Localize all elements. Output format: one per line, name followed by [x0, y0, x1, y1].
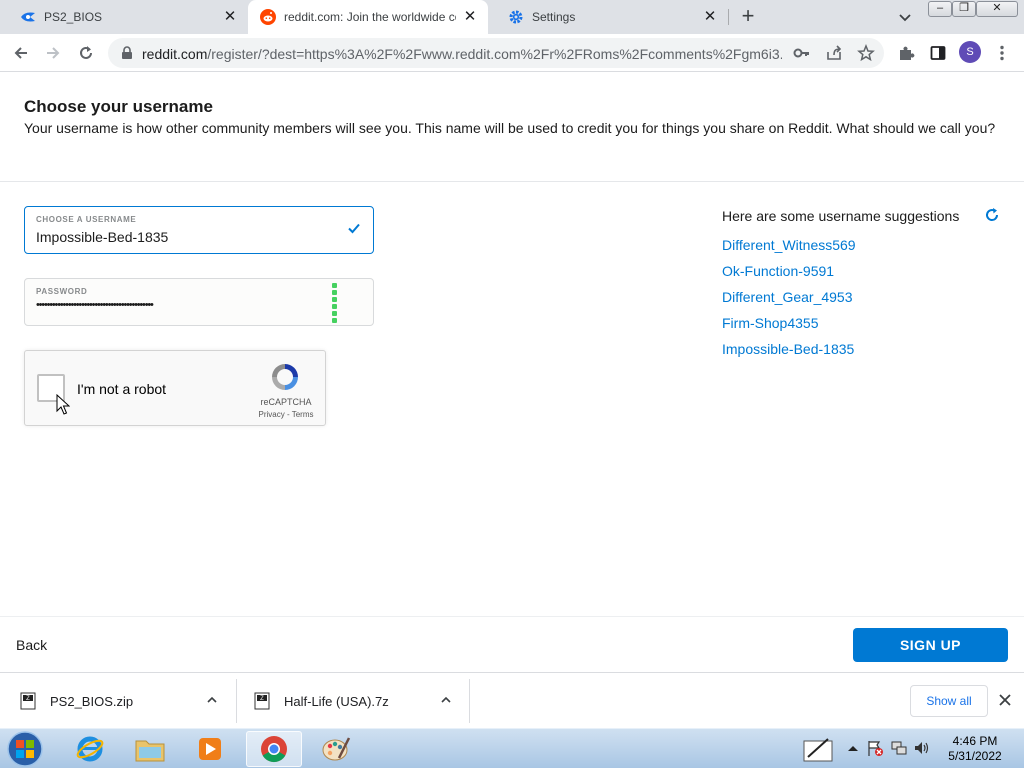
- file-explorer-icon[interactable]: [122, 731, 178, 767]
- restore-button[interactable]: ❐: [952, 1, 976, 17]
- close-icon[interactable]: [998, 693, 1012, 707]
- page-description: Your username is how other community mem…: [24, 120, 996, 136]
- url-text: reddit.com/register/?dest=https%3A%2F%2F…: [142, 46, 782, 62]
- forward-arrow-icon[interactable]: [42, 42, 64, 64]
- star-icon[interactable]: [856, 43, 876, 63]
- reload-icon[interactable]: [75, 42, 97, 64]
- close-icon[interactable]: ✕: [222, 9, 238, 25]
- download-separator: [469, 679, 470, 723]
- share-icon[interactable]: [824, 43, 844, 63]
- key-icon[interactable]: [792, 43, 812, 63]
- tab-separator: [728, 9, 729, 25]
- tab-title: PS2_BIOS: [44, 10, 103, 24]
- download-site-icon: [20, 9, 36, 25]
- refresh-icon[interactable]: [984, 207, 1000, 223]
- back-link[interactable]: Back: [16, 637, 47, 653]
- media-player-icon[interactable]: [182, 731, 238, 767]
- download-separator: [236, 679, 237, 723]
- side-panel-icon[interactable]: [927, 42, 949, 64]
- username-suggestion[interactable]: Ok-Function-9591: [722, 263, 834, 279]
- svg-text:Z: Z: [260, 696, 264, 702]
- username-label: CHOOSE A USERNAME: [36, 215, 137, 224]
- taskbar-clock[interactable]: 4:46 PM 5/31/2022: [940, 734, 1010, 764]
- network-icon[interactable]: [890, 739, 908, 757]
- chevron-up-icon[interactable]: [206, 693, 218, 705]
- recaptcha-terms-link[interactable]: Terms: [292, 410, 314, 419]
- download-bar: Z PS2_BIOS.zip Z Half-Life (USA).7z Show…: [0, 672, 1024, 728]
- tab-settings[interactable]: Settings ✕: [488, 0, 728, 34]
- clock-date: 5/31/2022: [948, 749, 1002, 763]
- pen-input-icon[interactable]: [802, 735, 834, 763]
- paint-icon[interactable]: [308, 731, 364, 767]
- password-field[interactable]: PASSWORD •••••••••••••••••••••••••••••••…: [24, 278, 374, 326]
- recaptcha-logo-icon: [269, 361, 301, 393]
- action-center-flag-icon[interactable]: [866, 739, 884, 757]
- windows-taskbar: 4:46 PM 5/31/2022: [0, 728, 1024, 768]
- username-suggestion[interactable]: Impossible-Bed-1835: [722, 341, 854, 357]
- page-title: Choose your username: [24, 97, 213, 116]
- close-icon[interactable]: ✕: [702, 9, 718, 25]
- show-all-button[interactable]: Show all: [910, 685, 988, 717]
- download-filename: Half-Life (USA).7z: [284, 693, 389, 709]
- download-filename: PS2_BIOS.zip: [50, 693, 134, 709]
- address-bar[interactable]: reddit.com/register/?dest=https%3A%2F%2F…: [108, 38, 884, 68]
- suggestions-title: Here are some username suggestions: [722, 208, 960, 224]
- divider: [0, 181, 1024, 182]
- recaptcha-links: Privacy - Terms: [258, 410, 314, 419]
- download-item[interactable]: Z Half-Life (USA).7z: [254, 679, 389, 723]
- recaptcha-label: I'm not a robot: [77, 381, 167, 397]
- chevron-up-icon[interactable]: [844, 739, 862, 757]
- mouse-cursor-icon: [56, 393, 71, 416]
- username-suggestion[interactable]: Firm-Shop4355: [722, 315, 819, 331]
- checkmark-icon: [347, 221, 361, 235]
- password-input[interactable]: ••••••••••••••••••••••••••••••••••••••••…: [36, 299, 154, 311]
- reddit-icon: [260, 9, 276, 25]
- tab-title: reddit.com: Join the worldwide conversat…: [284, 10, 456, 24]
- username-input[interactable]: Impossible-Bed-1835: [36, 229, 168, 245]
- signup-footer: Back SIGN UP: [0, 616, 1024, 672]
- clock-time: 4:46 PM: [952, 734, 998, 748]
- recaptcha-brand: reCAPTCHA: [260, 397, 312, 407]
- internet-explorer-icon[interactable]: [62, 731, 118, 767]
- archive-file-icon: Z: [20, 692, 36, 710]
- start-button[interactable]: [4, 730, 46, 768]
- close-window-button[interactable]: ✕: [976, 1, 1018, 17]
- back-arrow-icon[interactable]: [10, 42, 32, 64]
- chevron-down-icon[interactable]: [896, 8, 914, 26]
- username-suggestion[interactable]: Different_Gear_4953: [722, 289, 853, 305]
- lock-icon[interactable]: [120, 46, 134, 60]
- profile-avatar[interactable]: S: [959, 41, 981, 63]
- password-strength-indicator: [332, 283, 338, 323]
- password-label: PASSWORD: [36, 287, 88, 296]
- archive-file-icon: Z: [254, 692, 270, 710]
- close-icon[interactable]: ✕: [462, 9, 478, 25]
- tab-ps2-bios[interactable]: PS2_BIOS ✕: [0, 0, 248, 34]
- download-item[interactable]: Z PS2_BIOS.zip: [20, 679, 133, 723]
- volume-icon[interactable]: [913, 739, 931, 757]
- svg-text:Z: Z: [26, 696, 30, 702]
- tab-reddit[interactable]: reddit.com: Join the worldwide conversat…: [248, 0, 488, 34]
- recaptcha-privacy-link[interactable]: Privacy: [259, 410, 285, 419]
- tab-title: Settings: [532, 10, 576, 24]
- gear-icon: [508, 9, 524, 25]
- signup-page: Choose your username Your username is ho…: [0, 72, 1024, 672]
- tab-strip: PS2_BIOS ✕ reddit.com: Join the worldwid…: [0, 0, 1024, 34]
- extensions-puzzle-icon[interactable]: [895, 42, 917, 64]
- more-menu-icon[interactable]: [991, 42, 1013, 64]
- chrome-icon[interactable]: [246, 731, 302, 767]
- chevron-up-icon[interactable]: [440, 693, 452, 705]
- username-field[interactable]: CHOOSE A USERNAME Impossible-Bed-1835: [24, 206, 374, 254]
- new-tab-button[interactable]: +: [737, 5, 759, 28]
- username-suggestion[interactable]: Different_Witness569: [722, 237, 856, 253]
- browser-toolbar: reddit.com/register/?dest=https%3A%2F%2F…: [0, 34, 1024, 72]
- sign-up-button[interactable]: SIGN UP: [853, 628, 1008, 662]
- minimize-button[interactable]: –: [928, 1, 952, 17]
